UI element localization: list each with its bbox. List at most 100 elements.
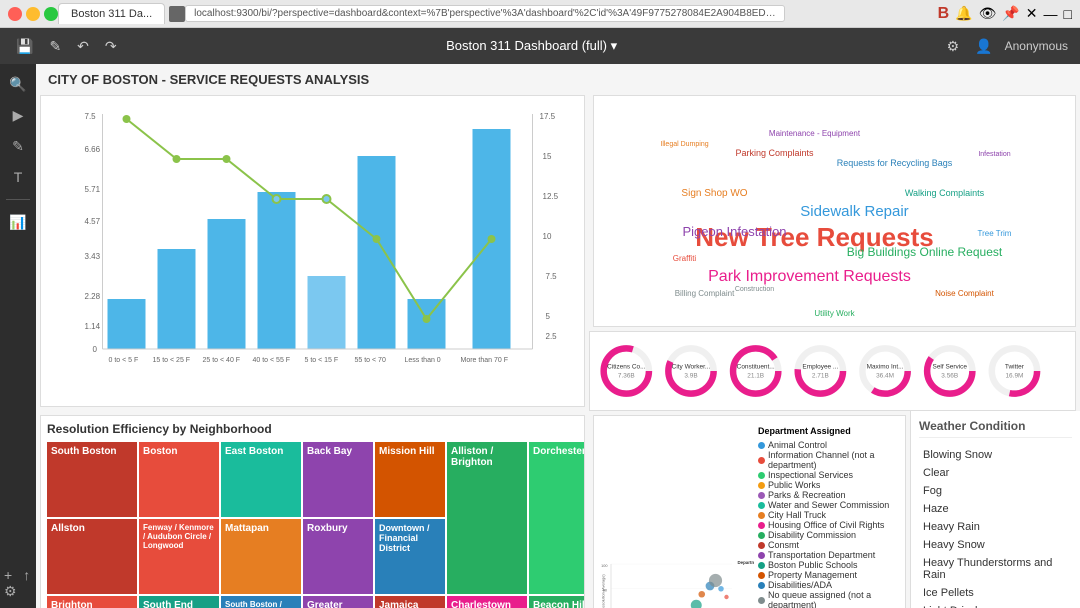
- svg-text:5: 5: [546, 312, 551, 321]
- upload-icon[interactable]: ↑: [19, 563, 34, 587]
- maximize-button[interactable]: [44, 7, 58, 21]
- tm-south-boston-wf[interactable]: South Boston / South Boston Waterfront: [221, 596, 301, 608]
- svg-text:40 to < 55 F: 40 to < 55 F: [253, 357, 291, 364]
- svg-text:2.5: 2.5: [546, 332, 558, 341]
- play-icon[interactable]: ▶: [9, 103, 28, 128]
- filter-item[interactable]: Heavy Snow: [919, 536, 1072, 554]
- wc-park[interactable]: Park Improvement Requests: [708, 268, 911, 285]
- wc-tree-trim[interactable]: Tree Trim: [978, 229, 1012, 238]
- svg-text:15: 15: [543, 152, 552, 161]
- wc-sidewalk[interactable]: Sidewalk Repair: [800, 203, 908, 220]
- tm-greater-mattapan[interactable]: Greater Mattapan: [303, 596, 373, 608]
- wc-utility[interactable]: Utility Work: [814, 309, 855, 318]
- wc-big-buildings[interactable]: Big Buildings Online Request: [847, 245, 1003, 259]
- tm-allston[interactable]: Allston: [47, 519, 137, 594]
- svg-text:15 to < 25 F: 15 to < 25 F: [153, 357, 191, 364]
- wc-walking[interactable]: Walking Complaints: [905, 188, 985, 198]
- edit-icon[interactable]: ✎: [45, 36, 65, 57]
- svg-text:3.43: 3.43: [85, 252, 101, 261]
- chart-icon[interactable]: 📊: [5, 210, 30, 235]
- wc-sign[interactable]: Sign Shop WO: [681, 188, 747, 199]
- page-title-bar: CITY OF BOSTON - SERVICE REQUESTS ANALYS…: [36, 64, 1080, 91]
- bar-5[interactable]: [308, 276, 346, 349]
- wc-billing[interactable]: Billing Complaint: [675, 289, 735, 298]
- tm-beacon-hill[interactable]: Beacon Hill: [529, 596, 585, 608]
- tm-dorchester[interactable]: Dorchester: [529, 442, 585, 594]
- search-icon[interactable]: 🔍: [5, 72, 30, 97]
- weather-filter-title: Weather Condition: [919, 419, 1072, 438]
- legend-city-hall: City Hall Truck: [758, 510, 895, 520]
- bar-7[interactable]: [408, 299, 446, 349]
- legend-disabilities-ada: Disabilities/ADA: [758, 580, 895, 590]
- wc-noise[interactable]: Noise Complaint: [935, 289, 994, 298]
- chevron-icon[interactable]: ▾: [611, 38, 618, 53]
- filter-item[interactable]: Ice Pellets: [919, 584, 1072, 602]
- treemap-title: Resolution Efficiency by Neighborhood: [47, 422, 578, 436]
- wc-illegal[interactable]: Illegal Dumping: [660, 141, 708, 148]
- bar-4[interactable]: [258, 192, 296, 349]
- tm-roxbury[interactable]: Roxbury: [303, 519, 373, 594]
- tm-charlestown[interactable]: Charlestown: [447, 596, 527, 608]
- wc-maintenance[interactable]: Maintenance - Equipment: [769, 129, 861, 138]
- wc-graffiti[interactable]: Graffiti: [673, 254, 697, 263]
- tm-south-boston[interactable]: South Boston: [47, 442, 137, 517]
- tm-mattapan[interactable]: Mattapan: [221, 519, 301, 594]
- tm-back-bay[interactable]: Back Bay: [303, 442, 373, 517]
- pencil-icon[interactable]: ✎: [8, 134, 28, 159]
- filter-item[interactable]: Light Drizzle: [919, 602, 1072, 608]
- legend-title: Department Assigned: [758, 426, 895, 436]
- text-icon[interactable]: T: [10, 165, 27, 189]
- filter-item[interactable]: Heavy Rain: [919, 518, 1072, 536]
- tm-jamaica-plain[interactable]: Jamaica Plain: [375, 596, 445, 608]
- bar-3[interactable]: [208, 219, 246, 349]
- wc-requests[interactable]: Requests for Recycling Bags: [837, 158, 953, 168]
- wc-infestation[interactable]: Infestation: [978, 151, 1010, 158]
- tm-boston[interactable]: Boston: [139, 442, 219, 517]
- close-button[interactable]: [8, 7, 22, 21]
- svg-text:17.5: 17.5: [540, 112, 556, 121]
- wc-pigeon[interactable]: Pigeon Infestation: [682, 224, 786, 239]
- svg-text:0: 0: [93, 345, 98, 354]
- svg-text:100: 100: [601, 564, 607, 568]
- browser-bar: Boston 311 Da... localhost:9300/bi/?pers…: [0, 0, 1080, 28]
- tm-alliston-brighton[interactable]: Alliston / Brighton: [447, 442, 527, 594]
- svg-text:City Worker...: City Worker...: [672, 364, 711, 371]
- browser-tab[interactable]: Boston 311 Da...: [58, 3, 165, 24]
- tm-east-boston[interactable]: East Boston: [221, 442, 301, 517]
- user-icon[interactable]: 👤: [971, 36, 996, 57]
- svg-text:36.4M: 36.4M: [876, 372, 894, 379]
- redo-icon[interactable]: ↷: [101, 36, 121, 57]
- gear-icon[interactable]: ⚙: [0, 579, 21, 603]
- settings-icon[interactable]: ⚙: [943, 36, 964, 57]
- ext-icon-2: 🔔: [955, 5, 972, 22]
- filter-item[interactable]: Blowing Snow: [919, 446, 1072, 464]
- svg-text:More than 70 F: More than 70 F: [461, 357, 508, 364]
- tm-mission-hill[interactable]: Mission Hill: [375, 442, 445, 517]
- tm-downtown[interactable]: Downtown / Financial District: [375, 519, 445, 594]
- dot-8: [488, 235, 496, 243]
- url-text: localhost:9300/bi/?perspective=dashboard…: [194, 8, 785, 19]
- bar-chart-svg: 7.5 6.66 5.71 4.57 3.43 2.28 1.14 0 17.5…: [49, 104, 576, 364]
- tm-brighton[interactable]: Brighton: [47, 596, 137, 608]
- filter-item[interactable]: Fog: [919, 482, 1072, 500]
- save-icon[interactable]: 💾: [12, 36, 37, 57]
- filter-item[interactable]: Heavy Thunderstorms and Rain: [919, 554, 1072, 584]
- minimize-button[interactable]: [26, 7, 40, 21]
- wc-const[interactable]: Construction: [735, 286, 774, 293]
- undo-icon[interactable]: ↶: [73, 36, 93, 57]
- dot-1: [123, 115, 131, 123]
- dot-6: [373, 235, 381, 243]
- svg-text:4.57: 4.57: [85, 217, 101, 226]
- filter-item[interactable]: Clear: [919, 464, 1072, 482]
- bar-1[interactable]: [108, 299, 146, 349]
- tm-south-end[interactable]: South End: [139, 596, 219, 608]
- svg-text:7.5: 7.5: [85, 112, 97, 121]
- filter-item[interactable]: Haze: [919, 500, 1072, 518]
- url-bar[interactable]: localhost:9300/bi/?perspective=dashboard…: [185, 5, 785, 22]
- svg-text:25 to < 40 F: 25 to < 40 F: [203, 357, 241, 364]
- wc-parking[interactable]: Parking Complaints: [735, 148, 814, 158]
- svg-text:Twitter: Twitter: [1005, 364, 1025, 371]
- bar-2[interactable]: [158, 249, 196, 349]
- bar-6[interactable]: [358, 156, 396, 349]
- tm-fenway[interactable]: Fenway / Kenmore / Audubon Circle / Long…: [139, 519, 219, 594]
